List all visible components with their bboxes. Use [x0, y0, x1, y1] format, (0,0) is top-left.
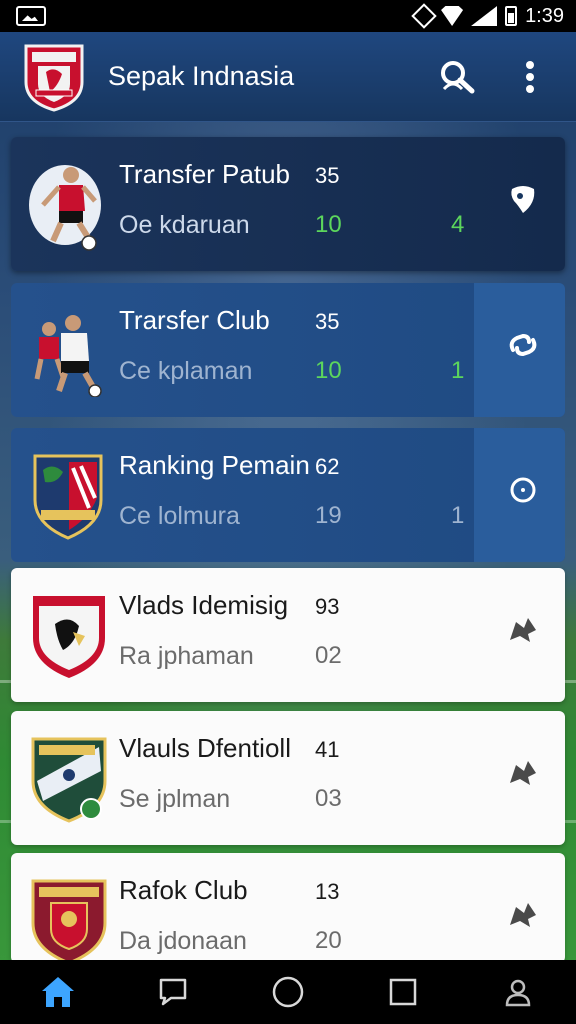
bottom-navigation — [0, 960, 576, 1024]
card-value-secondary: 02 — [315, 642, 342, 669]
card-subtitle: Ra jphaman — [119, 642, 254, 670]
player-photo — [29, 303, 109, 398]
card-subtitle: Da jdonaan — [119, 927, 247, 955]
card-value-tertiary: 1 — [451, 357, 465, 384]
circle-icon[interactable] — [260, 964, 316, 1020]
list-item[interactable]: Transfer Patub Oe kdaruan 35 10 4 — [11, 137, 565, 271]
card-value-secondary: 10 — [315, 357, 342, 384]
card-value-secondary: 19 — [315, 502, 342, 529]
battery-icon — [505, 6, 518, 26]
signal-icon — [471, 6, 498, 26]
arrow-icon[interactable] — [501, 751, 545, 795]
list-item[interactable]: Trarsfer Club Ce kplaman 35 10 1 — [11, 283, 565, 417]
link-icon[interactable] — [501, 323, 545, 367]
shield-icon[interactable] — [501, 177, 545, 221]
app-title: Sepak Indnasia — [108, 61, 295, 91]
list-item[interactable]: Rafok Club Da jdonaan 13 20 — [11, 853, 565, 963]
app-bar: Sepak Indnasia — [0, 32, 576, 122]
card-value-secondary: 20 — [315, 927, 342, 954]
club-crest — [29, 873, 109, 963]
card-value-primary: 41 — [315, 737, 340, 762]
card-value-primary: 35 — [315, 163, 340, 188]
card-value-tertiary: 4 — [451, 211, 465, 238]
card-subtitle: Ce kplaman — [119, 357, 253, 385]
status-bar: 1:39 — [0, 0, 576, 32]
player-photo — [29, 157, 109, 251]
card-title: Rafok Club — [119, 875, 248, 905]
card-value-primary: 35 — [315, 309, 340, 334]
arrow-icon[interactable] — [501, 893, 545, 937]
card-value-primary: 93 — [315, 594, 340, 619]
card-title: Ranking Pemain — [119, 450, 310, 480]
card-title: Transfer Patub — [119, 159, 291, 189]
card-subtitle: Oe kdaruan — [119, 211, 250, 239]
card-value-tertiary: 1 — [451, 502, 465, 529]
home-icon[interactable] — [30, 964, 86, 1020]
search-icon[interactable] — [432, 53, 480, 101]
more-options-icon[interactable] — [506, 53, 554, 101]
square-icon[interactable] — [375, 964, 431, 1020]
chat-icon[interactable] — [145, 964, 201, 1020]
circle-icon[interactable] — [501, 468, 545, 512]
gallery-icon — [16, 6, 46, 26]
club-crest — [29, 448, 109, 542]
status-time: 1:39 — [525, 4, 564, 27]
arrow-icon[interactable] — [501, 608, 545, 652]
card-title: Vlads Idemisig — [119, 590, 289, 620]
list-item[interactable]: Vlads Idemisig Ra jphaman 93 02 — [11, 568, 565, 702]
card-value-secondary: 10 — [315, 211, 342, 238]
card-title: Trarsfer Club — [119, 305, 270, 335]
vibrate-icon — [411, 3, 437, 29]
card-title: Vlauls Dfentioll — [119, 733, 291, 763]
list-item[interactable]: Ranking Pemain Ce lolmura 62 19 1 — [11, 428, 565, 562]
card-value-primary: 13 — [315, 879, 340, 904]
card-value-secondary: 03 — [315, 785, 342, 812]
club-logo[interactable] — [22, 42, 86, 112]
club-crest — [29, 588, 109, 682]
card-subtitle: Ce lolmura — [119, 502, 240, 530]
club-crest — [29, 731, 109, 825]
list-item[interactable]: Vlauls Dfentioll Se jplman 41 03 — [11, 711, 565, 845]
wifi-icon — [441, 6, 464, 26]
profile-icon[interactable] — [490, 964, 546, 1020]
card-value-primary: 62 — [315, 454, 340, 479]
card-subtitle: Se jplman — [119, 785, 231, 813]
